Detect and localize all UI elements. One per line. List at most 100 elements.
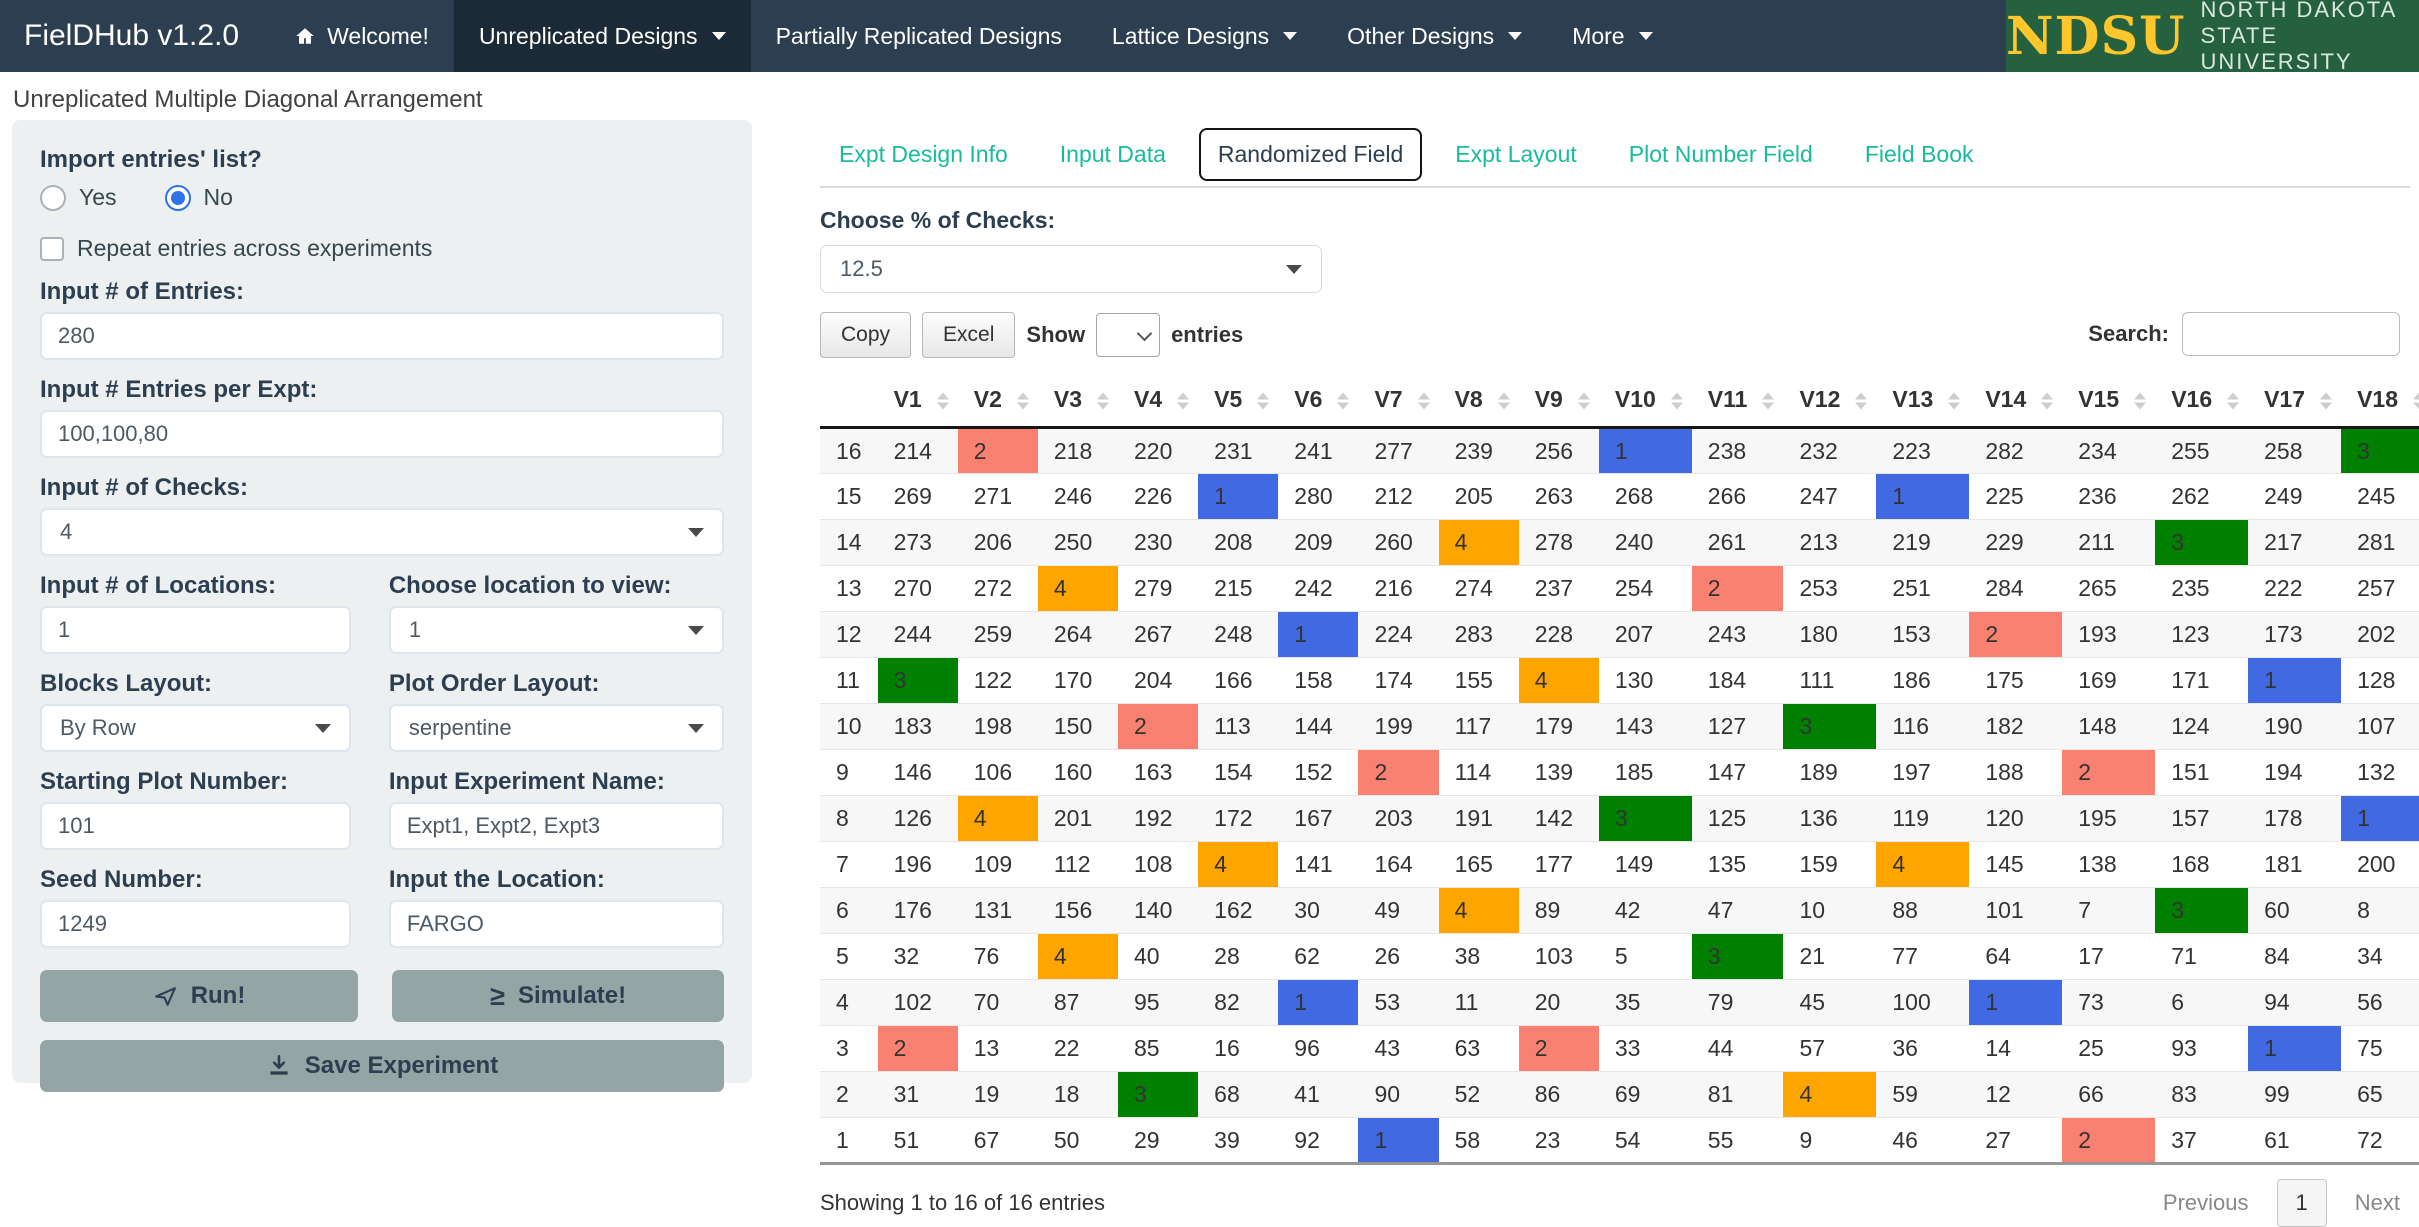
checks-pct-select[interactable]: 12.5 xyxy=(820,245,1322,293)
plot-cell: 106 xyxy=(958,750,1038,796)
column-header-v6[interactable]: V6 xyxy=(1278,375,1358,428)
view-location-label: Choose location to view: xyxy=(389,572,724,600)
checks-pct-value: 12.5 xyxy=(840,256,883,282)
page-length-select[interactable] xyxy=(1096,313,1160,357)
entries-label: Input # of Entries: xyxy=(40,278,724,306)
plot-cell: 195 xyxy=(2062,796,2155,842)
column-header-v7[interactable]: V7 xyxy=(1358,375,1438,428)
tab-field-book[interactable]: Field Book xyxy=(1846,128,1993,181)
column-header-v9[interactable]: V9 xyxy=(1519,375,1599,428)
nav-item-other-designs[interactable]: Other Designs xyxy=(1322,0,1547,72)
experiment-name-input[interactable] xyxy=(389,802,724,850)
tab-input-data[interactable]: Input Data xyxy=(1041,128,1185,181)
tab-plot-number-field[interactable]: Plot Number Field xyxy=(1610,128,1832,181)
row-index-cell: 12 xyxy=(820,612,878,658)
tab-expt-design-info[interactable]: Expt Design Info xyxy=(820,128,1027,181)
blocks-layout-select[interactable]: By Row xyxy=(40,704,351,752)
plot-cell: 177 xyxy=(1519,842,1599,888)
plot-cell: 274 xyxy=(1439,566,1519,612)
column-header-v3[interactable]: V3 xyxy=(1038,375,1118,428)
plot-cell: 94 xyxy=(2248,980,2341,1026)
save-experiment-button[interactable]: Save Experiment xyxy=(40,1040,724,1092)
checks-select[interactable]: 4 xyxy=(40,508,724,556)
column-header-v5[interactable]: V5 xyxy=(1198,375,1278,428)
column-header-v17[interactable]: V17 xyxy=(2248,375,2341,428)
plot-cell: 173 xyxy=(2248,612,2341,658)
column-header-v1[interactable]: V1 xyxy=(878,375,958,428)
radio-no[interactable] xyxy=(165,185,191,211)
plot-order-select[interactable]: serpentine xyxy=(389,704,724,752)
plot-cell: 39 xyxy=(1198,1118,1278,1164)
seed-number-input[interactable] xyxy=(40,900,351,948)
location-input[interactable] xyxy=(389,900,724,948)
column-header-v16[interactable]: V16 xyxy=(2155,375,2248,428)
next-page-button[interactable]: Next xyxy=(2355,1190,2400,1216)
checks-select-value: 4 xyxy=(60,519,72,545)
column-header-v13[interactable]: V13 xyxy=(1876,375,1969,428)
repeat-entries-checkbox[interactable] xyxy=(40,237,64,261)
radio-yes[interactable] xyxy=(40,185,66,211)
plot-cell: 156 xyxy=(1038,888,1118,934)
copy-button[interactable]: Copy xyxy=(820,312,911,358)
app-brand[interactable]: FielDHub v1.2.0 xyxy=(0,0,269,72)
plot-cell: 60 xyxy=(2248,888,2341,934)
plot-cell: 142 xyxy=(1519,796,1599,842)
plot-cell: 141 xyxy=(1278,842,1358,888)
search-input[interactable] xyxy=(2182,312,2400,356)
column-header-v15[interactable]: V15 xyxy=(2062,375,2155,428)
starting-plot-input[interactable] xyxy=(40,802,351,850)
plot-cell: 37 xyxy=(2155,1118,2248,1164)
plot-cell: 63 xyxy=(1439,1026,1519,1072)
entries-input[interactable] xyxy=(40,312,724,360)
column-header-v14[interactable]: V14 xyxy=(1969,375,2062,428)
plot-cell: 35 xyxy=(1599,980,1692,1026)
plot-cell: 90 xyxy=(1358,1072,1438,1118)
plot-cell: 59 xyxy=(1876,1072,1969,1118)
run-button[interactable]: Run! xyxy=(40,970,358,1022)
column-header-v4[interactable]: V4 xyxy=(1118,375,1198,428)
column-header-v10[interactable]: V10 xyxy=(1599,375,1692,428)
locations-input[interactable] xyxy=(40,606,351,654)
plot-cell: 7 xyxy=(2062,888,2155,934)
plot-cell: 182 xyxy=(1969,704,2062,750)
view-location-value: 1 xyxy=(409,617,421,643)
plot-cell: 107 xyxy=(2341,704,2419,750)
tab-randomized-field[interactable]: Randomized Field xyxy=(1199,128,1422,181)
nav-item-welcome[interactable]: Welcome! xyxy=(269,0,454,72)
column-header-v2[interactable]: V2 xyxy=(958,375,1038,428)
download-icon xyxy=(266,1053,292,1079)
column-header-v12[interactable]: V12 xyxy=(1783,375,1876,428)
plot-cell: 259 xyxy=(958,612,1038,658)
plot-cell: 216 xyxy=(1358,566,1438,612)
radio-option-yes[interactable]: Yes xyxy=(40,184,117,211)
nav-item-partially-replicated-designs[interactable]: Partially Replicated Designs xyxy=(751,0,1087,72)
repeat-entries-checkbox-row[interactable]: Repeat entries across experiments xyxy=(40,235,724,262)
randomized-field-table: V1V2V3V4V5V6V7V8V9V10V11V12V13V14V15V16V… xyxy=(820,375,2419,1165)
column-header-v11[interactable]: V11 xyxy=(1692,375,1784,428)
plot-cell: 49 xyxy=(1358,888,1438,934)
plot-cell: 51 xyxy=(878,1118,958,1164)
nav-item-more[interactable]: More xyxy=(1547,0,1677,72)
entries-per-expt-input[interactable] xyxy=(40,410,724,458)
radio-option-no[interactable]: No xyxy=(165,184,233,211)
plot-cell: 203 xyxy=(1358,796,1438,842)
row-index-header[interactable] xyxy=(820,375,878,428)
previous-page-button[interactable]: Previous xyxy=(2163,1190,2249,1216)
table-row: 1621422182202312412772392561238232223282… xyxy=(820,428,2419,474)
column-header-v18[interactable]: V18 xyxy=(2341,375,2419,428)
plot-cell: 170 xyxy=(1038,658,1118,704)
plot-cell: 185 xyxy=(1599,750,1692,796)
excel-button[interactable]: Excel xyxy=(922,312,1015,358)
view-location-select[interactable]: 1 xyxy=(389,606,724,654)
row-index-cell: 15 xyxy=(820,474,878,520)
plot-cell: 123 xyxy=(2155,612,2248,658)
column-header-v8[interactable]: V8 xyxy=(1439,375,1519,428)
tab-expt-layout[interactable]: Expt Layout xyxy=(1436,128,1595,181)
simulate-button[interactable]: ≥ Simulate! xyxy=(392,970,724,1022)
page-title: Unreplicated Multiple Diagonal Arrangeme… xyxy=(13,86,483,114)
chevron-down-icon xyxy=(688,528,704,537)
nav-item-lattice-designs[interactable]: Lattice Designs xyxy=(1087,0,1322,72)
nav-item-unreplicated-designs[interactable]: Unreplicated Designs xyxy=(454,0,751,72)
check-plot-cell: 2 xyxy=(2062,750,2155,796)
row-index-cell: 2 xyxy=(820,1072,878,1118)
